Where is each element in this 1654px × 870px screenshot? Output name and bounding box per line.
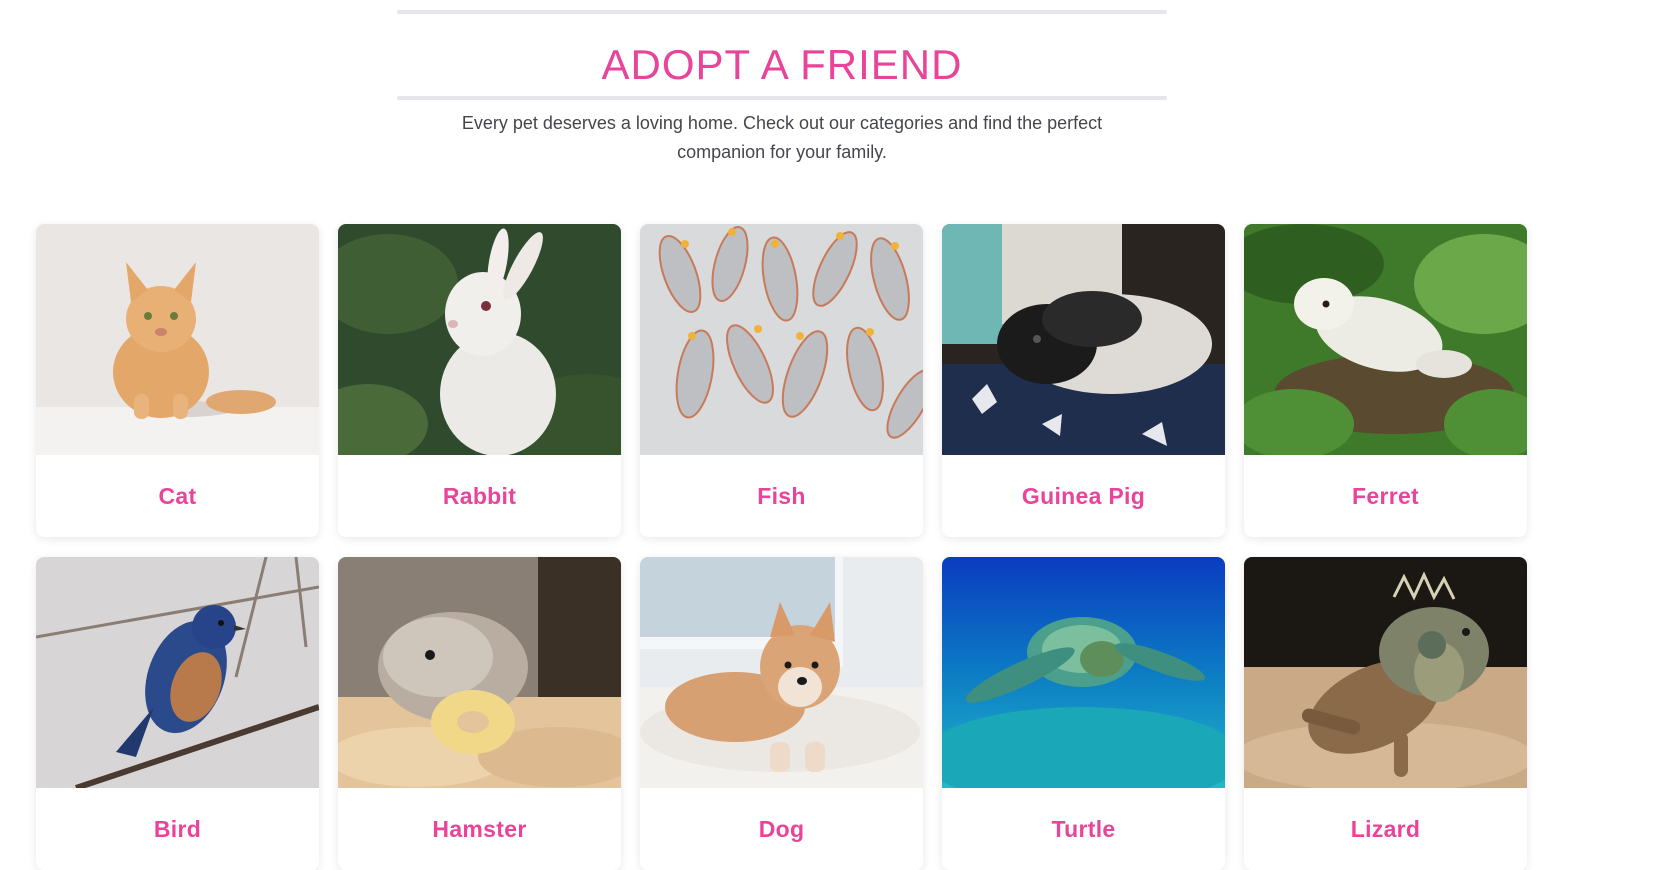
category-label: Rabbit [442, 483, 517, 509]
category-card-bird[interactable]: Bird [36, 557, 319, 870]
category-card-hamster[interactable]: Hamster [338, 557, 621, 870]
category-label: Bird [153, 816, 202, 842]
category-label: Ferret [1352, 483, 1419, 509]
bird-photo [36, 557, 319, 788]
cat-photo [36, 224, 319, 455]
category-card-guinea-pig[interactable]: Guinea Pig [942, 224, 1225, 537]
category-card-cat[interactable]: Cat [36, 224, 319, 537]
lizard-photo [1244, 557, 1527, 788]
pet-category-grid: Cat Rabbit Fish Guinea Pig Ferret Bird H… [36, 224, 1527, 870]
category-label: Dog [758, 816, 805, 842]
hamster-photo [338, 557, 621, 788]
category-card-turtle[interactable]: Turtle [942, 557, 1225, 870]
ferret-photo [1244, 224, 1527, 455]
category-label: Lizard [1350, 816, 1421, 842]
category-label: Turtle [1051, 816, 1116, 842]
dog-photo [640, 557, 923, 788]
page-header: ADOPT A FRIEND Every pet deserves a lovi… [397, 10, 1167, 167]
category-card-ferret[interactable]: Ferret [1244, 224, 1527, 537]
page-title: ADOPT A FRIEND [601, 41, 963, 88]
turtle-photo [942, 557, 1225, 788]
category-card-rabbit[interactable]: Rabbit [338, 224, 621, 537]
category-card-fish[interactable]: Fish [640, 224, 923, 537]
fish-photo [640, 224, 923, 455]
category-card-dog[interactable]: Dog [640, 557, 923, 870]
category-label: Guinea Pig [1021, 483, 1146, 509]
category-label: Fish [757, 483, 806, 509]
category-card-lizard[interactable]: Lizard [1244, 557, 1527, 870]
page-subtitle: Every pet deserves a loving home. Check … [461, 113, 1103, 162]
guinea-pig-photo [942, 224, 1225, 455]
header-bottom-divider [397, 96, 1167, 100]
category-label: Hamster [432, 816, 527, 842]
category-label: Cat [158, 483, 197, 509]
rabbit-photo [338, 224, 621, 455]
